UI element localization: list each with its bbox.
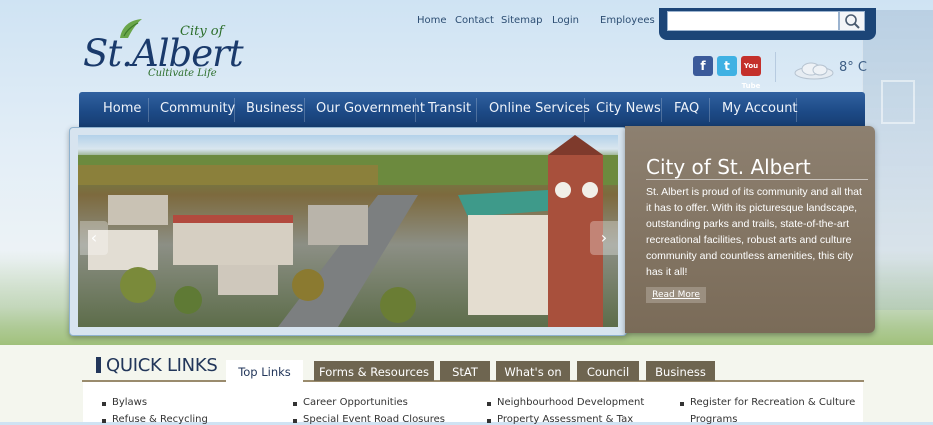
utility-link-home[interactable]: Home (417, 15, 447, 26)
tab-forms-resources[interactable]: Forms & Resources (314, 361, 434, 381)
quick-link-property-assessment[interactable]: Property Assessment & Tax (486, 414, 633, 425)
nav-divider (796, 98, 797, 122)
utility-link-contact[interactable]: Contact (455, 15, 494, 26)
nav-item-our-government[interactable]: Our Government (316, 101, 425, 116)
quick-links-title: QUICK LINKS (106, 355, 218, 376)
tab-stat[interactable]: StAT (440, 361, 490, 381)
slider-photo (78, 135, 618, 327)
nav-divider (661, 98, 662, 122)
quick-link-refuse-recycling[interactable]: Refuse & Recycling (102, 414, 208, 425)
quick-links-marker (96, 357, 101, 373)
nav-item-city-news[interactable]: City News (596, 101, 661, 116)
tab-business[interactable]: Business (646, 361, 715, 381)
nav-item-home[interactable]: Home (103, 101, 141, 116)
facebook-icon[interactable]: f (693, 56, 713, 76)
search-input[interactable] (667, 11, 839, 31)
tab-council[interactable]: Council (577, 361, 639, 381)
nav-divider (709, 98, 710, 122)
utility-link-login[interactable]: Login (552, 15, 579, 26)
nav-divider (584, 98, 585, 122)
temperature-readout: 8° C (839, 60, 867, 75)
nav-item-community[interactable]: Community (160, 101, 235, 116)
nav-divider (476, 98, 477, 122)
quick-link-bylaws[interactable]: Bylaws (101, 397, 147, 408)
feature-text: St. Albert is proud of its community and… (646, 186, 862, 278)
nav-divider (415, 98, 416, 122)
search-icon (845, 14, 860, 29)
tab-top-links[interactable]: Top Links (226, 360, 303, 384)
nav-item-my-account[interactable]: My Account (722, 101, 798, 116)
quick-link-road-closures[interactable]: Special Event Road Closures (293, 414, 445, 425)
nav-item-business[interactable]: Business (246, 101, 303, 116)
main-nav: Home Community Business Our Government T… (79, 92, 865, 128)
logo-tagline: Cultivate Life (148, 68, 217, 79)
city-aerial-image (78, 135, 618, 327)
quick-link-career-opportunities[interactable]: Career Opportunities (293, 397, 408, 408)
chevron-right-icon[interactable]: › (590, 221, 618, 255)
read-more-button[interactable]: Read More (646, 287, 706, 303)
chevron-left-icon[interactable]: ‹ (80, 221, 108, 255)
quick-link-neighbourhood-development[interactable]: Neighbourhood Development (486, 397, 644, 408)
cloud-icon (794, 62, 834, 80)
tab-whats-on[interactable]: What's on (496, 361, 570, 381)
nav-item-transit[interactable]: Transit (428, 101, 471, 116)
nav-divider (234, 98, 235, 122)
feature-title: City of St. Albert (646, 155, 811, 179)
utility-link-employees[interactable]: Employees (600, 15, 655, 26)
site-logo[interactable]: City of St.Albert Cultivate Life (80, 18, 245, 84)
youtube-icon[interactable]: You Tube (741, 56, 761, 90)
nav-item-faq[interactable]: FAQ (674, 101, 699, 116)
twitter-icon[interactable]: t (717, 56, 737, 76)
nav-item-online-services[interactable]: Online Services (489, 101, 590, 116)
utility-link-sitemap[interactable]: Sitemap (501, 15, 542, 26)
search-button[interactable] (839, 11, 865, 31)
nav-divider (304, 98, 305, 122)
quick-link-register-recreation[interactable]: Register for Recreation & Culture (679, 397, 855, 408)
divider (775, 52, 776, 82)
quick-link-register-recreation-cont[interactable]: Programs (690, 414, 737, 425)
nav-divider (148, 98, 149, 122)
feature-divider (646, 179, 868, 180)
